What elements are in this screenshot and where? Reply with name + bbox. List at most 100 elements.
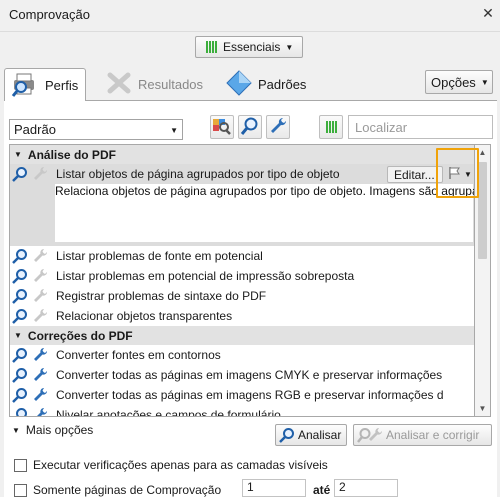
chevron-down-icon: ▼ (170, 126, 178, 135)
wrench-disabled-icon (30, 308, 50, 324)
list-item[interactable]: Nivelar anotações e campos de formulário (10, 405, 474, 417)
preflight-pages-option[interactable]: Somente páginas de Comprovação (14, 483, 221, 497)
scroll-thumb[interactable] (478, 162, 487, 259)
search-input[interactable]: Localizar (348, 115, 493, 139)
tree-scrollbar[interactable]: ▲ ▼ (475, 144, 491, 417)
magnifier-icon (10, 308, 30, 324)
magnifier-icon (240, 116, 260, 139)
item-label: Registrar problemas de sintaxe do PDF (56, 289, 267, 303)
group-header-pdf-fixups[interactable]: ▼ Correções do PDF (10, 326, 474, 345)
analyze-label: Analisar (298, 428, 342, 442)
magnifier-icon (10, 387, 30, 403)
wrench-cross-icon (106, 71, 132, 98)
tab-perfis[interactable]: Perfis (4, 68, 86, 101)
wrench-icon (268, 116, 288, 139)
item-label: Converter todas as páginas em imagens CM… (56, 368, 443, 382)
scroll-down-icon[interactable]: ▼ (475, 401, 490, 416)
color-magnifier-icon (212, 116, 232, 139)
page-to-label: até (313, 483, 331, 497)
printer-magnifier-icon (11, 71, 39, 100)
magnifier-icon (10, 347, 30, 363)
visible-layers-option[interactable]: Executar verificações apenas para as cam… (14, 458, 328, 472)
analyze-and-fix-label: Analisar e corrigir (386, 428, 480, 442)
profile-description: Relaciona objetos de página agrupados po… (55, 184, 474, 242)
scroll-up-icon[interactable]: ▲ (475, 145, 490, 160)
wrench-icon (30, 367, 50, 383)
group-label: Análise do PDF (27, 147, 116, 162)
profile-filter-value: Padrão (14, 122, 56, 137)
close-icon[interactable]: ✕ (480, 5, 496, 21)
item-label: Listar problemas de fonte em potencial (56, 249, 263, 263)
list-item[interactable]: Listar problemas de fonte em potencial (10, 246, 474, 266)
magnifier-icon (10, 367, 30, 383)
title-separator (0, 31, 500, 32)
library-bars-icon (325, 121, 337, 133)
wrench-icon (30, 387, 50, 403)
group-header-pdf-analysis[interactable]: ▼ Análise do PDF (10, 145, 474, 164)
list-item[interactable]: Converter todas as páginas em imagens RG… (10, 385, 474, 405)
analyze-button[interactable]: Analisar (275, 424, 347, 446)
wrench-icon (30, 347, 50, 363)
magnifier-icon (10, 248, 30, 264)
profile-set-label: Essenciais (223, 40, 281, 54)
edit-profile-button[interactable]: Editar... (387, 166, 443, 183)
profile-filter-select[interactable]: Padrão ▼ (9, 119, 183, 140)
flag-icon (448, 166, 462, 183)
triangle-down-icon: ▼ (14, 331, 22, 340)
fixup-profile-button[interactable] (266, 115, 290, 139)
profile-analysis-button[interactable] (210, 115, 234, 139)
library-bars-icon (206, 41, 217, 53)
wrench-icon (30, 407, 50, 416)
item-label: Listar problemas em potencial de impress… (56, 269, 355, 283)
list-item[interactable]: Converter fontes em contornos (10, 345, 474, 365)
magnifier-icon (10, 288, 30, 304)
triangle-down-icon: ▼ (14, 150, 22, 159)
options-menu-button[interactable]: Opções ▼ (425, 70, 493, 94)
preflight-pages-checkbox[interactable] (14, 483, 27, 497)
visible-layers-label: Executar verificações apenas para as cam… (33, 458, 328, 472)
page-to-input[interactable]: 2 (334, 479, 398, 497)
chevron-down-icon: ▼ (464, 170, 472, 179)
triangle-down-icon: ▼ (12, 425, 20, 435)
wrench-disabled-icon (30, 166, 50, 182)
tab-label: Perfis (45, 77, 79, 93)
magnifier-icon (10, 268, 30, 284)
options-label: Opções (431, 74, 476, 90)
tab-padroes[interactable]: Padrões (220, 68, 306, 100)
library-filter-button[interactable] (319, 115, 343, 139)
list-item[interactable]: Registrar problemas de sintaxe do PDF (10, 286, 474, 306)
item-label: Converter fontes em contornos (56, 348, 221, 362)
more-options-toggle[interactable]: ▼ Mais opções (12, 423, 93, 437)
visible-layers-checkbox[interactable] (14, 458, 27, 472)
magnifier-icon (10, 407, 30, 416)
wrench-disabled-icon (30, 268, 50, 284)
magnifier-icon (10, 166, 30, 182)
chevron-down-icon: ▼ (285, 42, 294, 52)
item-label: Listar objetos de página agrupados por t… (56, 167, 340, 181)
chevron-down-icon: ▼ (480, 77, 489, 87)
tab-resultados[interactable]: Resultados (100, 68, 203, 100)
wrench-disabled-icon (30, 288, 50, 304)
more-options-label: Mais opções (25, 423, 94, 437)
magnifier-icon (279, 427, 295, 443)
tab-label: Padrões (258, 76, 307, 92)
item-label: Converter todas as páginas em imagens RG… (56, 388, 444, 402)
wrench-disabled-icon (30, 248, 50, 264)
profiles-tree: ▼ Análise do PDF Listar objetos de págin… (9, 144, 475, 417)
window-title: Comprovação (9, 7, 90, 22)
page-from-input[interactable]: 1 (242, 479, 306, 497)
preflight-pages-label: Somente páginas de Comprovação (33, 483, 222, 497)
profile-set-dropdown[interactable]: Essenciais ▼ (195, 36, 303, 58)
item-label: Relacionar objetos transparentes (56, 309, 233, 323)
list-item[interactable]: Converter todas as páginas em imagens CM… (10, 365, 474, 385)
diamond-icon (226, 69, 252, 99)
item-label: Nivelar anotações e campos de formulário (56, 408, 281, 417)
analyze-and-fix-button[interactable]: Analisar e corrigir (353, 424, 492, 446)
tab-label: Resultados (138, 76, 204, 92)
list-item[interactable]: Relacionar objetos transparentes (10, 306, 474, 326)
flag-menu-button[interactable]: ▼ (446, 165, 474, 184)
magnifier-wrench-disabled-icon (357, 427, 383, 443)
group-label: Correções do PDF (27, 328, 133, 343)
list-item[interactable]: Listar problemas em potencial de impress… (10, 266, 474, 286)
check-profile-button[interactable] (238, 115, 262, 139)
